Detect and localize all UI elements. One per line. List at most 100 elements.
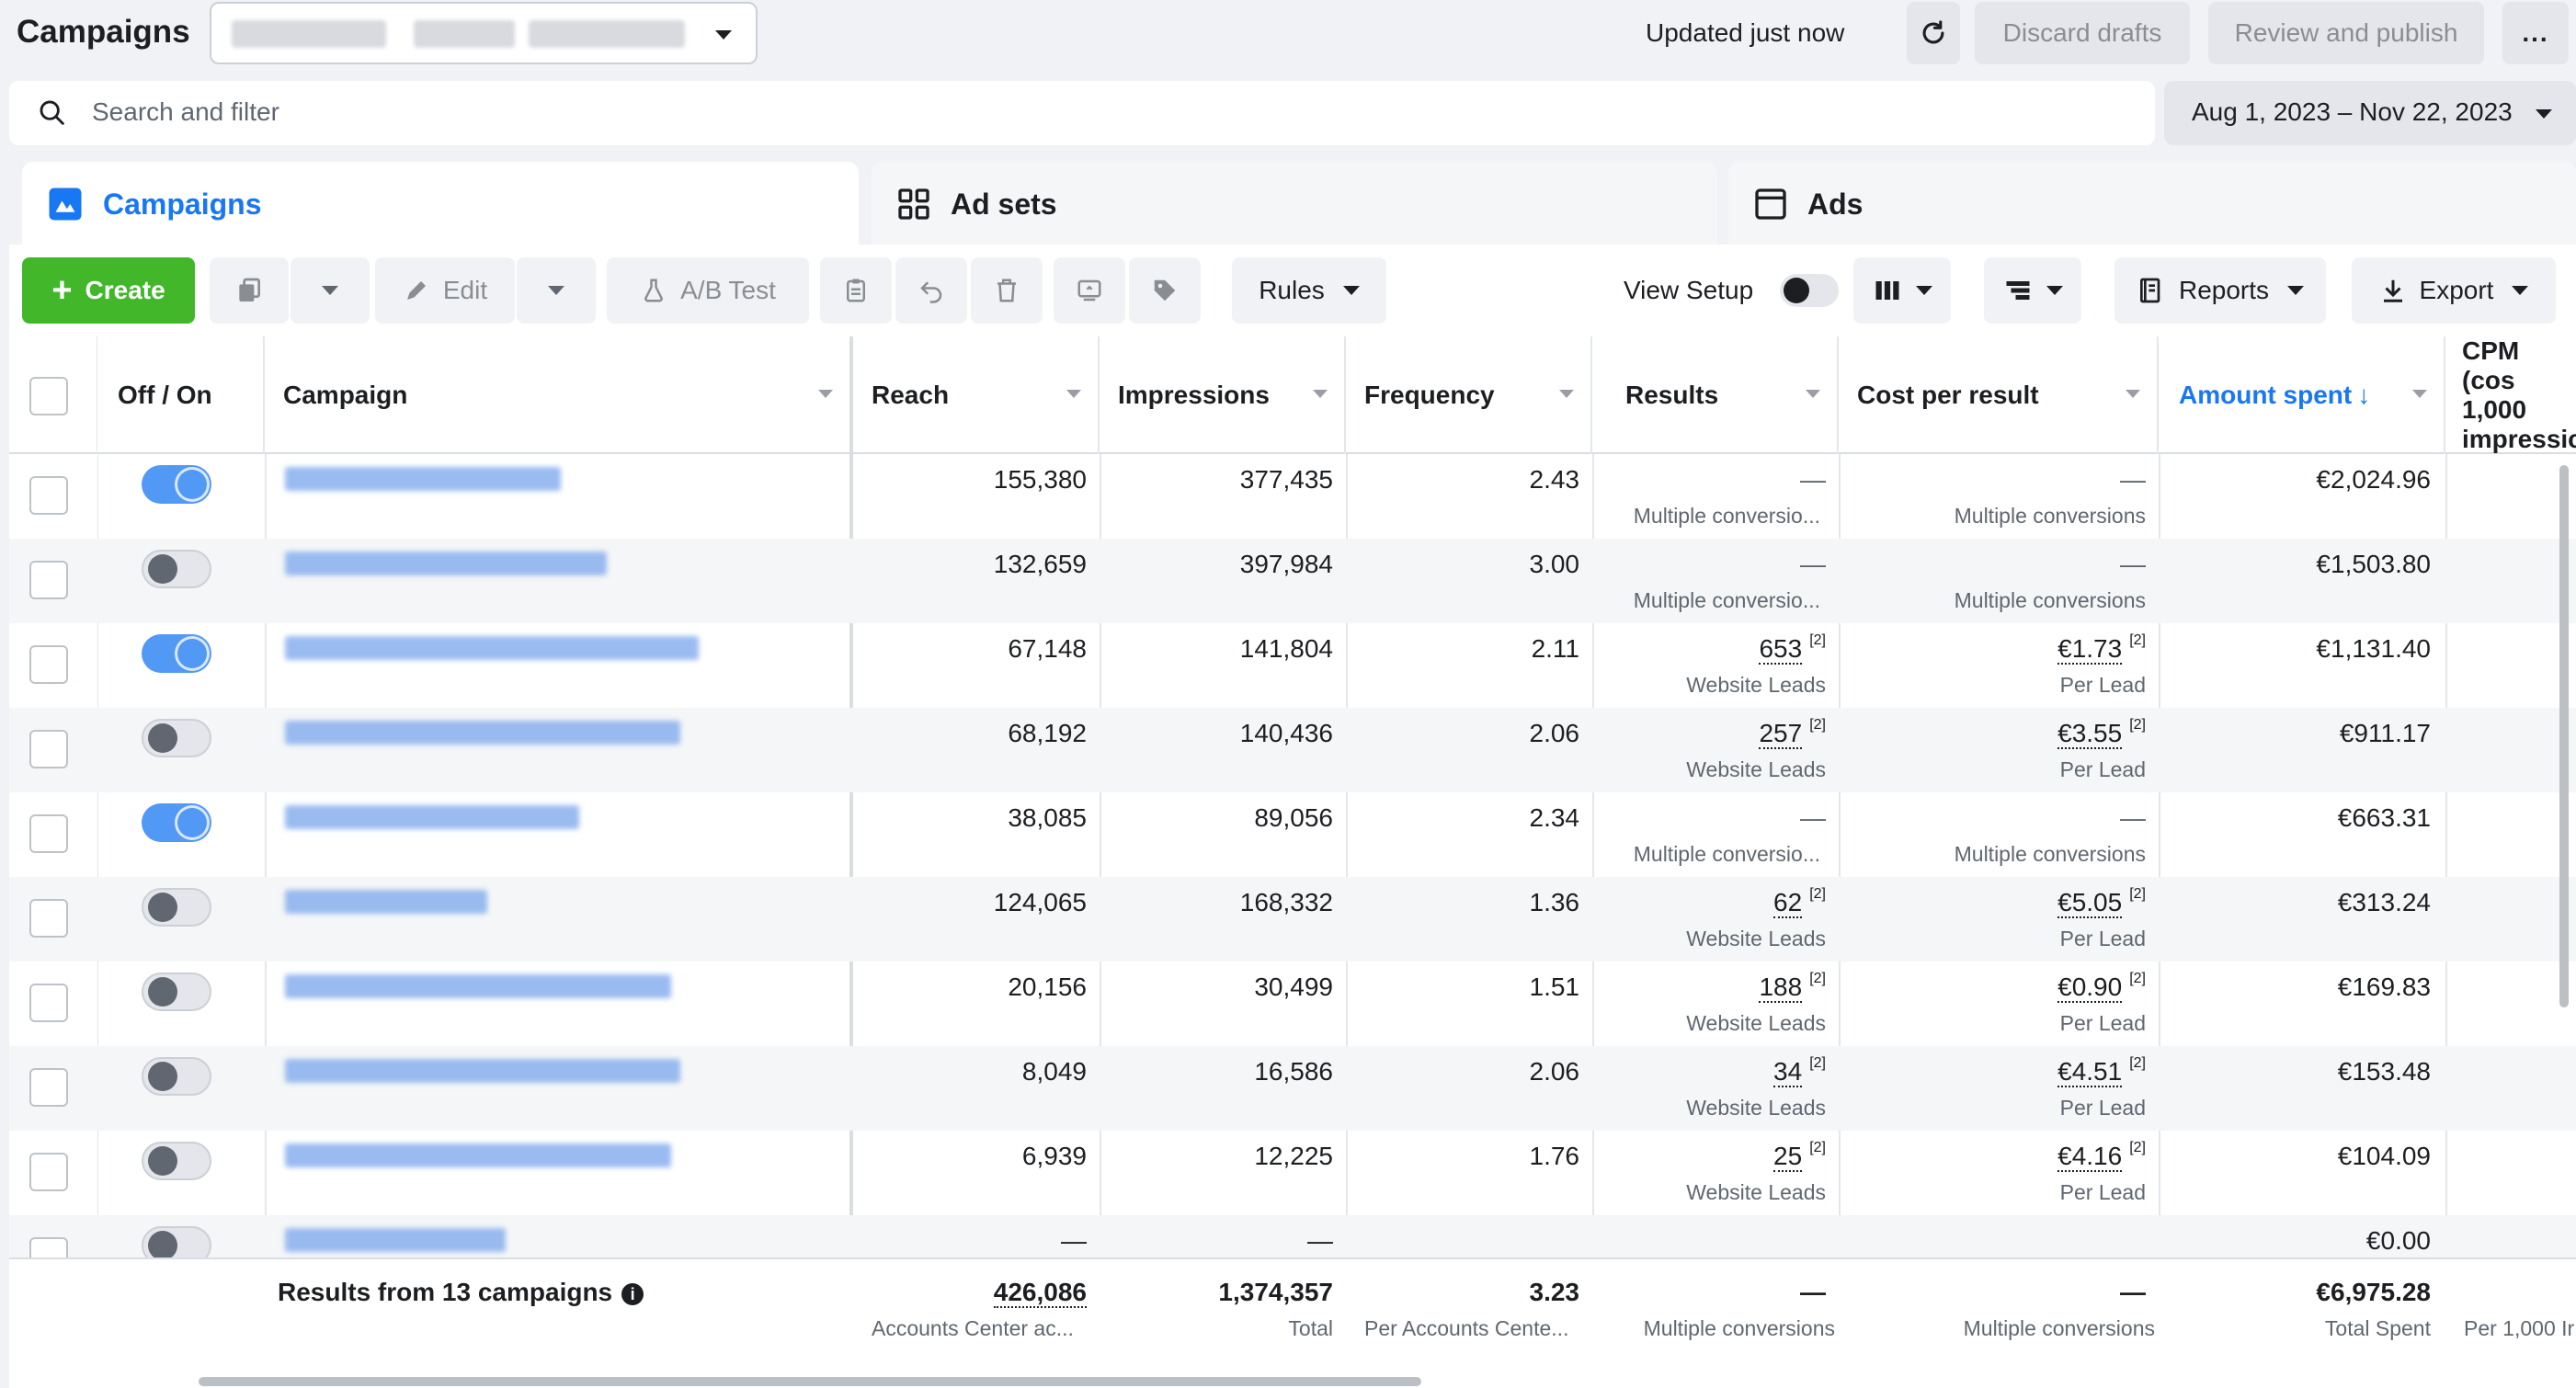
undo-button[interactable] [895, 257, 967, 324]
campaign-name-redacted[interactable] [285, 805, 579, 829]
campaign-name-redacted[interactable] [285, 1228, 506, 1252]
tab-ad-sets[interactable]: Ad sets [872, 162, 1717, 246]
row-checkbox[interactable] [29, 1068, 68, 1107]
row-checkbox[interactable] [29, 984, 68, 1022]
row-checkbox[interactable] [29, 561, 68, 599]
vertical-scrollbar[interactable] [2559, 465, 2569, 1007]
header-amount-spent[interactable]: Amount spent ↓ [2159, 336, 2445, 454]
edit-button[interactable]: Edit [375, 257, 515, 324]
ad-account-selector[interactable] [210, 2, 758, 64]
summary-cpm-sub: Per 1,000 Ir [2464, 1316, 2575, 1340]
cost-per-result-value[interactable]: €0.90 [2057, 973, 2123, 1003]
ab-test-button[interactable]: A/B Test [607, 257, 809, 324]
results-value[interactable]: 257 [1759, 719, 1803, 749]
campaign-status-toggle[interactable] [142, 719, 211, 757]
impressions-cell: 89,056 [1254, 803, 1333, 832]
table-row[interactable]: 6,939 12,225 1.76 25 [2] €4.16 [2] Website Lead… [9, 1131, 2576, 1215]
reports-button[interactable]: Reports [2114, 257, 2326, 324]
results-value[interactable]: 34 [1773, 1057, 1803, 1087]
duplicate-button[interactable] [210, 257, 289, 324]
horizontal-scrollbar[interactable] [199, 1377, 1421, 1386]
table-row[interactable]: 38,085 89,056 2.34 — — Multiple conversio... M… [9, 792, 2576, 877]
impressions-cell: 141,804 [1239, 634, 1333, 663]
review-and-publish-button[interactable]: Review and publish [2208, 2, 2484, 64]
campaign-name-redacted[interactable] [285, 890, 487, 914]
row-checkbox[interactable] [29, 1153, 68, 1191]
results-cell: 34 [2] [1592, 1055, 1826, 1087]
more-options-button[interactable]: ... [2502, 2, 2569, 64]
discard-drafts-button[interactable]: Discard drafts [1975, 2, 2190, 64]
cost-per-result-value[interactable]: €5.05 [2057, 888, 2123, 918]
cost-per-result-value[interactable]: €4.51 [2057, 1057, 2123, 1087]
results-value[interactable]: 653 [1759, 634, 1803, 665]
campaign-name-redacted[interactable] [285, 1143, 671, 1167]
table-row[interactable]: 132,659 397,984 3.00 — — Multiple conversio..… [9, 539, 2576, 623]
table-row[interactable]: 155,380 377,435 2.43 — — Multiple conversio..… [9, 454, 2576, 539]
campaign-status-toggle[interactable] [142, 888, 211, 927]
table-row[interactable]: 68,192 140,436 2.06 257 [2] €3.55 [2] Website L… [9, 708, 2576, 792]
campaign-status-toggle[interactable] [142, 1057, 211, 1096]
search-filter-bar[interactable]: Search and filter [9, 81, 2155, 145]
cost-per-result-value[interactable]: €4.16 [2057, 1142, 2123, 1172]
campaign-status-toggle[interactable] [142, 465, 211, 504]
campaign-status-toggle[interactable] [142, 1142, 211, 1180]
results-value[interactable]: 188 [1759, 973, 1803, 1003]
header-cpm[interactable]: CPM (cos 1,000 impressic [2445, 336, 2576, 454]
cost-per-result-value[interactable]: €3.55 [2057, 719, 2123, 749]
edit-dropdown-button[interactable] [517, 257, 596, 324]
table-row[interactable]: 124,065 168,332 1.36 62 [2] €5.05 [2] Website L… [9, 877, 2576, 961]
view-setup-switch[interactable] [1780, 274, 1839, 307]
summary-reach-value[interactable]: 426,086 [993, 1278, 1087, 1308]
breakdown-button[interactable] [1984, 257, 2081, 324]
results-value[interactable]: 25 [1773, 1142, 1803, 1172]
header-impressions[interactable]: Impressions [1100, 336, 1346, 454]
date-range-picker[interactable]: Aug 1, 2023 – Nov 22, 2023 [2164, 81, 2576, 145]
header-off-on[interactable]: Off / On [97, 336, 265, 454]
clipboard-button[interactable] [820, 257, 892, 324]
duplicate-dropdown-button[interactable] [291, 257, 370, 324]
campaign-status-toggle[interactable] [142, 634, 211, 673]
create-button[interactable]: + Create [22, 257, 195, 324]
campaign-status-toggle[interactable] [142, 973, 211, 1011]
table-row[interactable]: 8,049 16,586 2.06 34 [2] €4.51 [2] Website Lead… [9, 1046, 2576, 1131]
view-setup-toggle[interactable]: View Setup [1624, 257, 1844, 324]
campaign-name-redacted[interactable] [285, 721, 680, 745]
refresh-button[interactable] [1907, 2, 1960, 64]
rules-button[interactable]: Rules [1232, 257, 1386, 324]
export-button[interactable]: Export [2352, 257, 2556, 324]
cost-per-result-value[interactable]: €1.73 [2057, 634, 2123, 665]
row-checkbox[interactable] [29, 476, 68, 515]
delete-button[interactable] [971, 257, 1043, 324]
campaign-name-redacted[interactable] [285, 636, 699, 660]
campaign-name-redacted[interactable] [285, 467, 561, 491]
campaign-name-redacted[interactable] [285, 974, 671, 998]
header-cost-per-result[interactable]: Cost per result [1839, 336, 2159, 454]
info-icon[interactable]: i [621, 1282, 644, 1305]
row-checkbox[interactable] [29, 814, 68, 853]
sort-caret-icon [1066, 390, 1081, 398]
tab-campaigns[interactable]: Campaigns [22, 162, 859, 246]
header-results[interactable]: Results [1592, 336, 1839, 454]
table-row[interactable]: 20,156 30,499 1.51 188 [2] €0.90 [2] Website Le… [9, 961, 2576, 1046]
reach-cell: — [1061, 1226, 1087, 1255]
select-all-checkbox[interactable] [29, 377, 68, 415]
row-checkbox[interactable] [29, 730, 68, 768]
header-label: Reach [872, 381, 950, 409]
header-reach[interactable]: Reach [853, 336, 1100, 454]
header-frequency[interactable]: Frequency [1346, 336, 1592, 454]
campaign-status-toggle[interactable] [142, 803, 211, 842]
campaign-name-redacted[interactable] [285, 1059, 680, 1083]
refresh-icon [1922, 20, 1944, 44]
tag-button[interactable] [1129, 257, 1201, 324]
campaign-toolbar: + Create Edit A/B Test Rules View Setup [9, 245, 2576, 336]
columns-button[interactable] [1853, 257, 1951, 324]
row-checkbox[interactable] [29, 899, 68, 938]
table-row[interactable]: 67,148 141,804 2.11 653 [2] €1.73 [2] Website L… [9, 623, 2576, 708]
preview-button[interactable] [1054, 257, 1125, 324]
results-value[interactable]: 62 [1773, 888, 1803, 918]
campaign-name-redacted[interactable] [285, 552, 607, 575]
campaign-status-toggle[interactable] [142, 550, 211, 588]
row-checkbox[interactable] [29, 645, 68, 684]
header-campaign[interactable]: Campaign [265, 336, 853, 454]
tab-ads[interactable]: Ads [1728, 162, 2576, 246]
